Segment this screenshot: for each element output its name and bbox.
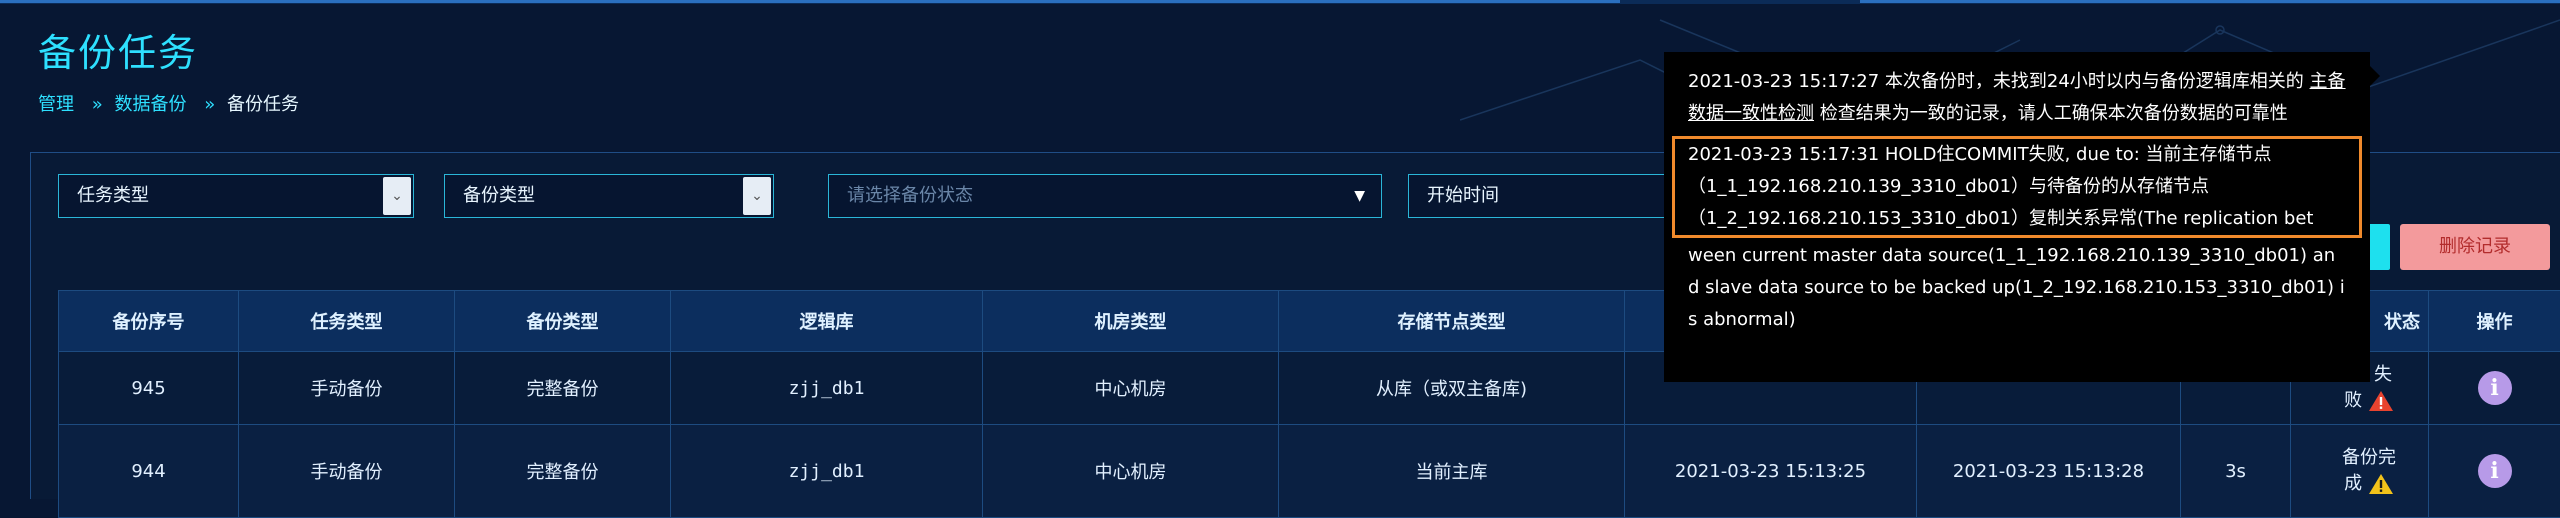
chevron-down-icon: ▼ — [1354, 175, 1365, 217]
col-backup-type: 备份类型 — [455, 291, 671, 352]
cell-backup-type: 完整备份 — [455, 425, 671, 518]
col-node-type: 存储节点类型 — [1279, 291, 1625, 352]
backup-status-select[interactable]: 请选择备份状态 ▼ — [828, 174, 1382, 218]
page-title: 备份任务 — [38, 22, 198, 77]
info-circle-icon[interactable]: i — [2478, 371, 2512, 405]
status-line2: 成 — [2311, 471, 2427, 497]
start-time-input[interactable]: 开始时间 — [1408, 174, 1668, 218]
tooltip-entry-1-suffix: 检查结果为一致的记录，请人工确保本次备份数据的可靠性 — [1820, 103, 2288, 124]
cell-backup-id: 945 — [59, 352, 239, 425]
col-task-type: 任务类型 — [239, 291, 455, 352]
cell-logic-db: zjj_db1 — [671, 352, 983, 425]
warning-triangle-icon — [2368, 390, 2394, 412]
tooltip-entry-2-continued: ween current master data source(1_1_192.… — [1688, 240, 2346, 336]
breadcrumb: 管理 » 数据备份 » 备份任务 — [38, 90, 305, 116]
tooltip-entry-1: 2021-03-23 15:17:27 本次备份时，未找到24小时以内与备份逻辑… — [1688, 66, 2346, 130]
cell-node-type: 当前主库 — [1279, 425, 1625, 518]
cell-duration: 3s — [2181, 425, 2291, 518]
backup-type-select[interactable]: 备份类型 ⌄ — [444, 174, 774, 218]
cell-task-type: 手动备份 — [239, 352, 455, 425]
cell-end-time: 2021-03-23 15:13:28 — [1917, 425, 2181, 518]
status-text-line2: 败 — [2344, 390, 2362, 411]
task-type-select-value: 任务类型 — [77, 185, 149, 206]
cell-actions: i — [2429, 352, 2560, 425]
breadcrumb-item-manage[interactable]: 管理 — [38, 94, 74, 115]
cell-room-type: 中心机房 — [983, 352, 1279, 425]
cell-logic-db: zjj_db1 — [671, 425, 983, 518]
start-time-label: 开始时间 — [1427, 185, 1499, 206]
status-text-line2: 成 — [2344, 473, 2362, 494]
cell-room-type: 中心机房 — [983, 425, 1279, 518]
cell-status[interactable]: 备份完 成 — [2291, 425, 2429, 518]
chevron-down-icon: ⌄ — [743, 177, 771, 215]
cell-start-time: 2021-03-23 15:13:25 — [1625, 425, 1917, 518]
cell-node-type: 从库（或双主备库) — [1279, 352, 1625, 425]
cell-task-type: 手动备份 — [239, 425, 455, 518]
tooltip-caret — [2370, 66, 2380, 86]
table-row: 944 手动备份 完整备份 zjj_db1 中心机房 当前主库 2021-03-… — [59, 425, 2560, 518]
task-type-select[interactable]: 任务类型 ⌄ — [58, 174, 414, 218]
tooltip-entry-1-prefix: 2021-03-23 15:17:27 本次备份时，未找到24小时以内与备份逻辑… — [1688, 71, 2304, 92]
status-detail-tooltip: 2021-03-23 15:17:27 本次备份时，未找到24小时以内与备份逻辑… — [1664, 52, 2370, 382]
delete-records-button[interactable]: 删除记录 — [2400, 224, 2550, 270]
cell-actions: i — [2429, 425, 2560, 518]
status-text-line1: 备份完 — [2311, 445, 2427, 471]
backup-type-select-value: 备份类型 — [463, 185, 535, 206]
status-line2: 败 — [2311, 388, 2427, 414]
breadcrumb-separator: » — [92, 94, 103, 115]
tooltip-entry-2-highlighted: 2021-03-23 15:17:31 HOLD住COMMIT失败, due t… — [1672, 136, 2362, 238]
breadcrumb-item-data-backup[interactable]: 数据备份 — [114, 94, 186, 115]
breadcrumb-separator: » — [204, 94, 215, 115]
cell-backup-type: 完整备份 — [455, 352, 671, 425]
col-backup-id: 备份序号 — [59, 291, 239, 352]
chevron-down-icon: ⌄ — [383, 177, 411, 215]
col-room-type: 机房类型 — [983, 291, 1279, 352]
col-actions: 操作 — [2429, 291, 2560, 352]
col-logic-db: 逻辑库 — [671, 291, 983, 352]
info-circle-icon[interactable]: i — [2478, 454, 2512, 488]
cell-backup-id: 944 — [59, 425, 239, 518]
backup-status-placeholder: 请选择备份状态 — [847, 185, 973, 206]
breadcrumb-item-backup-task: 备份任务 — [227, 94, 299, 115]
warning-triangle-icon — [2368, 473, 2394, 495]
